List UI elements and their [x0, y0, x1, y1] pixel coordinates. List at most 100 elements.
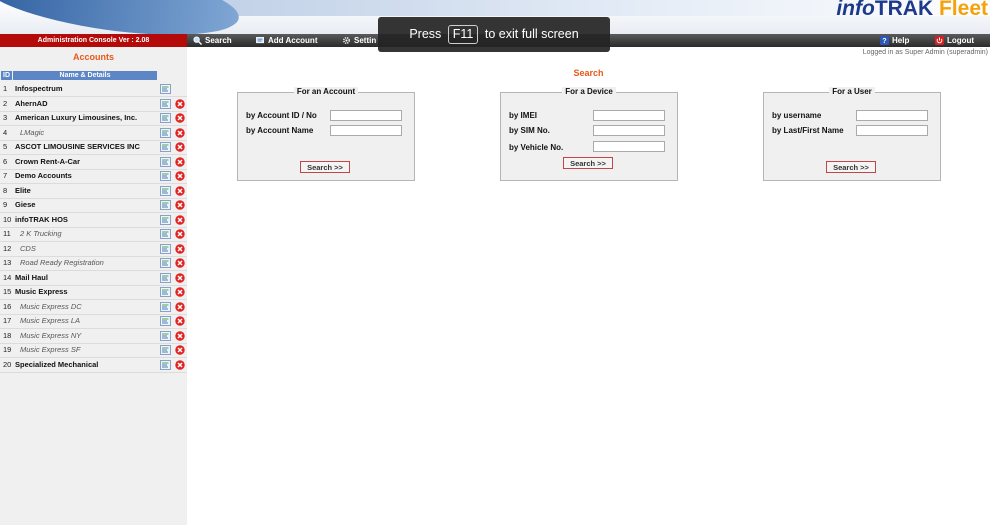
- account-name[interactable]: 2 K Trucking: [20, 227, 62, 241]
- delete-icon[interactable]: [175, 258, 185, 268]
- add-account-menu-item[interactable]: Add Account: [256, 34, 317, 47]
- edit-details-icon[interactable]: [160, 359, 171, 370]
- account-name[interactable]: Music Express DC: [20, 300, 82, 314]
- search-menu-item[interactable]: Search: [193, 34, 232, 47]
- account-row[interactable]: 1 Infospectrum: [0, 82, 187, 97]
- account-row[interactable]: 5 ASCOT LIMOUSINE SERVICES INC: [0, 140, 187, 155]
- account-row[interactable]: 11 2 K Trucking: [0, 227, 187, 242]
- delete-icon[interactable]: [175, 156, 185, 167]
- account-name[interactable]: CDS: [20, 242, 36, 256]
- account-id: 20: [3, 359, 12, 369]
- account-row[interactable]: 4 LMagic: [0, 126, 187, 141]
- account-id-input[interactable]: [330, 110, 402, 121]
- delete-icon[interactable]: [175, 272, 185, 283]
- account-row[interactable]: 17 Music Express LA: [0, 314, 187, 329]
- account-name[interactable]: Demo Accounts: [15, 169, 72, 183]
- delete-icon[interactable]: [175, 113, 185, 123]
- account-name[interactable]: infoTRAK HOS: [15, 213, 68, 227]
- lastfirst-input[interactable]: [856, 125, 928, 136]
- account-name[interactable]: Music Express LA: [20, 314, 80, 328]
- vehicle-input[interactable]: [593, 141, 665, 152]
- account-id: 4: [3, 127, 8, 137]
- logo-brand: TRAK: [874, 0, 934, 20]
- account-name[interactable]: Giese: [15, 198, 35, 212]
- account-row[interactable]: 12 CDS: [0, 242, 187, 257]
- delete-icon[interactable]: [175, 359, 185, 370]
- delete-icon[interactable]: [175, 185, 185, 196]
- account-name-input[interactable]: [330, 125, 402, 136]
- imei-input[interactable]: [593, 110, 665, 121]
- sim-input[interactable]: [593, 125, 665, 136]
- edit-details-icon[interactable]: [160, 214, 171, 225]
- account-name[interactable]: LMagic: [20, 126, 44, 140]
- username-input[interactable]: [856, 110, 928, 121]
- account-name[interactable]: Music Express: [15, 285, 68, 299]
- delete-icon[interactable]: [175, 345, 185, 355]
- edit-details-icon[interactable]: [160, 330, 171, 341]
- account-name[interactable]: Elite: [15, 184, 31, 198]
- edit-details-icon[interactable]: [160, 345, 171, 355]
- edit-details-icon[interactable]: [160, 287, 171, 297]
- account-name[interactable]: Road Ready Registration: [20, 256, 104, 270]
- account-row[interactable]: 7 Demo Accounts: [0, 169, 187, 184]
- account-name[interactable]: ASCOT LIMOUSINE SERVICES INC: [15, 140, 140, 154]
- account-row[interactable]: 15 Music Express: [0, 285, 187, 300]
- account-id: 12: [3, 243, 12, 253]
- device-search-button[interactable]: Search >>: [563, 157, 613, 169]
- edit-details-icon[interactable]: [160, 98, 171, 109]
- account-search-button[interactable]: Search >>: [300, 161, 350, 173]
- account-row[interactable]: 19 Music Express SF: [0, 343, 187, 358]
- edit-details-icon[interactable]: [160, 258, 171, 268]
- edit-details-icon[interactable]: [160, 156, 171, 167]
- account-name[interactable]: Infospectrum: [15, 82, 63, 96]
- username-label: by username: [772, 111, 822, 120]
- account-row[interactable]: 2 AhernAD: [0, 97, 187, 112]
- edit-details-icon[interactable]: [160, 229, 171, 239]
- delete-icon[interactable]: [175, 127, 185, 138]
- settings-menu-item[interactable]: Settin: [342, 34, 376, 47]
- delete-icon[interactable]: [175, 214, 185, 225]
- account-name[interactable]: Crown Rent-A-Car: [15, 155, 80, 169]
- delete-icon[interactable]: [175, 98, 185, 109]
- edit-details-icon[interactable]: [160, 272, 171, 283]
- account-name[interactable]: Specialized Mechanical: [15, 358, 98, 372]
- device-search-panel: For a Device by IMEI by SIM No. by Vehic…: [500, 87, 678, 181]
- account-name[interactable]: American Luxury Limousines, Inc.: [15, 111, 137, 125]
- account-row[interactable]: 10 infoTRAK HOS: [0, 213, 187, 228]
- account-row[interactable]: 9 Giese: [0, 198, 187, 213]
- account-name[interactable]: Music Express SF: [20, 343, 80, 357]
- edit-details-icon[interactable]: [160, 301, 171, 312]
- delete-icon[interactable]: [175, 142, 185, 152]
- help-menu-item[interactable]: ? Help: [880, 34, 909, 47]
- delete-icon[interactable]: [175, 301, 185, 312]
- delete-icon[interactable]: [175, 316, 185, 326]
- edit-details-icon[interactable]: [160, 243, 171, 254]
- account-row[interactable]: 18 Music Express NY: [0, 329, 187, 344]
- account-row[interactable]: 13 Road Ready Registration: [0, 256, 187, 271]
- delete-icon[interactable]: [175, 287, 185, 297]
- account-row[interactable]: 6 Crown Rent-A-Car: [0, 155, 187, 170]
- delete-icon[interactable]: [175, 243, 185, 254]
- edit-details-icon[interactable]: [160, 185, 171, 196]
- edit-details-icon[interactable]: [160, 127, 171, 138]
- delete-icon[interactable]: [175, 171, 185, 181]
- account-name[interactable]: Music Express NY: [20, 329, 81, 343]
- user-search-button[interactable]: Search >>: [826, 161, 876, 173]
- account-row[interactable]: 14 Mail Haul: [0, 271, 187, 286]
- delete-icon[interactable]: [175, 330, 185, 341]
- account-row[interactable]: 20 Specialized Mechanical: [0, 358, 187, 373]
- edit-details-icon[interactable]: [160, 113, 171, 123]
- edit-details-icon[interactable]: [160, 171, 171, 181]
- logout-menu-item[interactable]: Logout: [935, 34, 974, 47]
- edit-details-icon[interactable]: [160, 84, 171, 94]
- account-name[interactable]: Mail Haul: [15, 271, 48, 285]
- account-row[interactable]: 16 Music Express DC: [0, 300, 187, 315]
- account-name[interactable]: AhernAD: [15, 97, 48, 111]
- edit-details-icon[interactable]: [160, 200, 171, 210]
- account-row[interactable]: 3 American Luxury Limousines, Inc.: [0, 111, 187, 126]
- edit-details-icon[interactable]: [160, 316, 171, 326]
- delete-icon[interactable]: [175, 200, 185, 210]
- delete-icon[interactable]: [175, 229, 185, 239]
- edit-details-icon[interactable]: [160, 142, 171, 152]
- account-row[interactable]: 8 Elite: [0, 184, 187, 199]
